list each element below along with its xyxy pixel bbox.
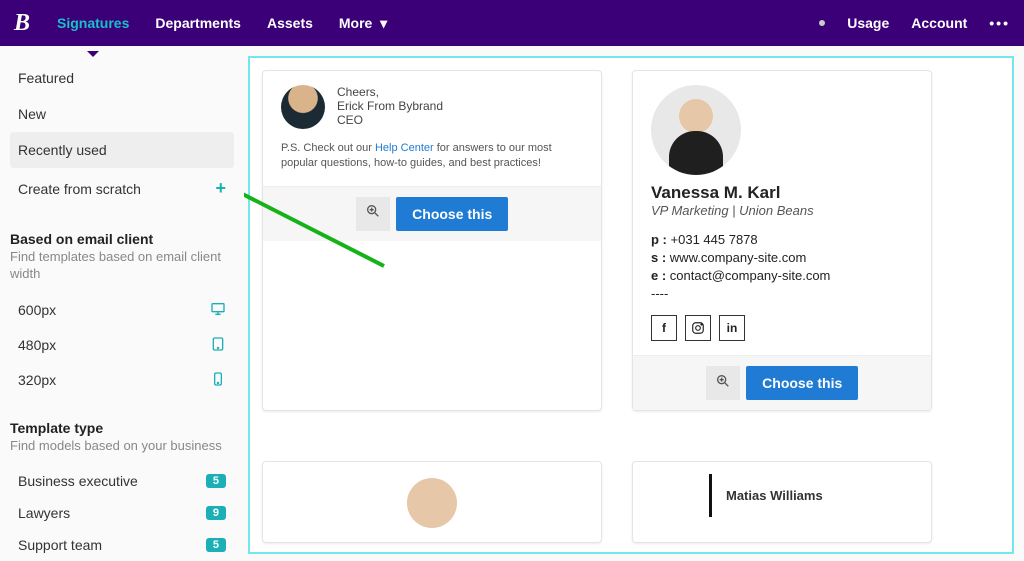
sidebar-item-create-from-scratch[interactable]: Create from scratch + [10,168,234,209]
section-sub-template-type: Find models based on your business [10,438,234,455]
template-grid: Cheers, Erick From Bybrand CEO P.S. Chec… [248,56,1014,554]
choose-this-button[interactable]: Choose this [396,197,508,231]
sidebar-row-business-executive[interactable]: Business executive 5 [10,465,234,497]
nav-usage[interactable]: Usage [847,15,889,31]
section-sub-email-client: Find templates based on email client wid… [10,249,234,283]
template-card: Vanessa M. Karl VP Marketing | Union Bea… [632,70,932,411]
plus-icon: + [215,178,226,199]
chevron-down-icon: ▾ [380,15,387,31]
instagram-icon[interactable] [685,315,711,341]
section-title-email-client: Based on email client [10,231,234,247]
signature-name: Vanessa M. Karl [651,183,913,203]
signature-greeting: Cheers, [337,85,443,99]
linkedin-icon[interactable]: in [719,315,745,341]
template-card: Matias Williams [632,461,932,543]
help-center-link[interactable]: Help Center [375,142,434,154]
magnifier-icon [715,373,731,394]
sidebar: Featured New Recently used Create from s… [0,46,244,554]
sidebar-item-featured[interactable]: Featured [10,60,234,96]
sidebar-row-600px[interactable]: 600px [10,293,234,328]
nav-account[interactable]: Account [911,15,967,31]
top-nav: B Signatures Departments Assets More ▾ U… [0,0,1024,46]
sidebar-item-recently-used[interactable]: Recently used [10,132,234,168]
phone-icon [210,371,226,390]
sidebar-row-support-team[interactable]: Support team 5 [10,529,234,561]
tablet-icon [210,336,226,355]
signature-name: Matias Williams [726,488,913,503]
site-value: www.company-site.com [670,250,807,265]
signature-title: CEO [337,113,443,127]
nav-more[interactable]: More ▾ [339,15,387,32]
magnifier-icon [365,203,381,224]
divider-dashes: ---- [651,286,913,301]
logo[interactable]: B [14,10,29,37]
sidebar-row-320px[interactable]: 320px [10,363,234,398]
status-dot-icon [819,20,825,26]
signature-ps: P.S. Check out our Help Center for answe… [281,141,583,172]
avatar [407,478,457,528]
facebook-icon[interactable]: f [651,315,677,341]
sidebar-row-480px[interactable]: 480px [10,328,234,363]
email-value: contact@company-site.com [670,268,831,283]
template-card: Cheers, Erick From Bybrand CEO P.S. Chec… [262,70,602,411]
nav-departments[interactable]: Departments [155,15,241,31]
signature-name: Erick From Bybrand [337,99,443,113]
desktop-icon [210,301,226,320]
nav-overflow-menu[interactable]: ••• [989,15,1010,31]
count-badge: 5 [206,474,226,488]
phone-value: +031 445 7878 [671,232,758,247]
signature-role: VP Marketing | Union Beans [651,203,913,218]
zoom-button[interactable] [706,366,740,400]
avatar [281,85,325,129]
section-title-template-type: Template type [10,420,234,436]
sidebar-item-new[interactable]: New [10,96,234,132]
count-badge: 9 [206,506,226,520]
nav-signatures[interactable]: Signatures [57,15,129,31]
zoom-button[interactable] [356,197,390,231]
template-card [262,461,602,543]
choose-this-button[interactable]: Choose this [746,366,858,400]
avatar [651,85,741,175]
sidebar-row-lawyers[interactable]: Lawyers 9 [10,497,234,529]
count-badge: 5 [206,538,226,552]
nav-assets[interactable]: Assets [267,15,313,31]
